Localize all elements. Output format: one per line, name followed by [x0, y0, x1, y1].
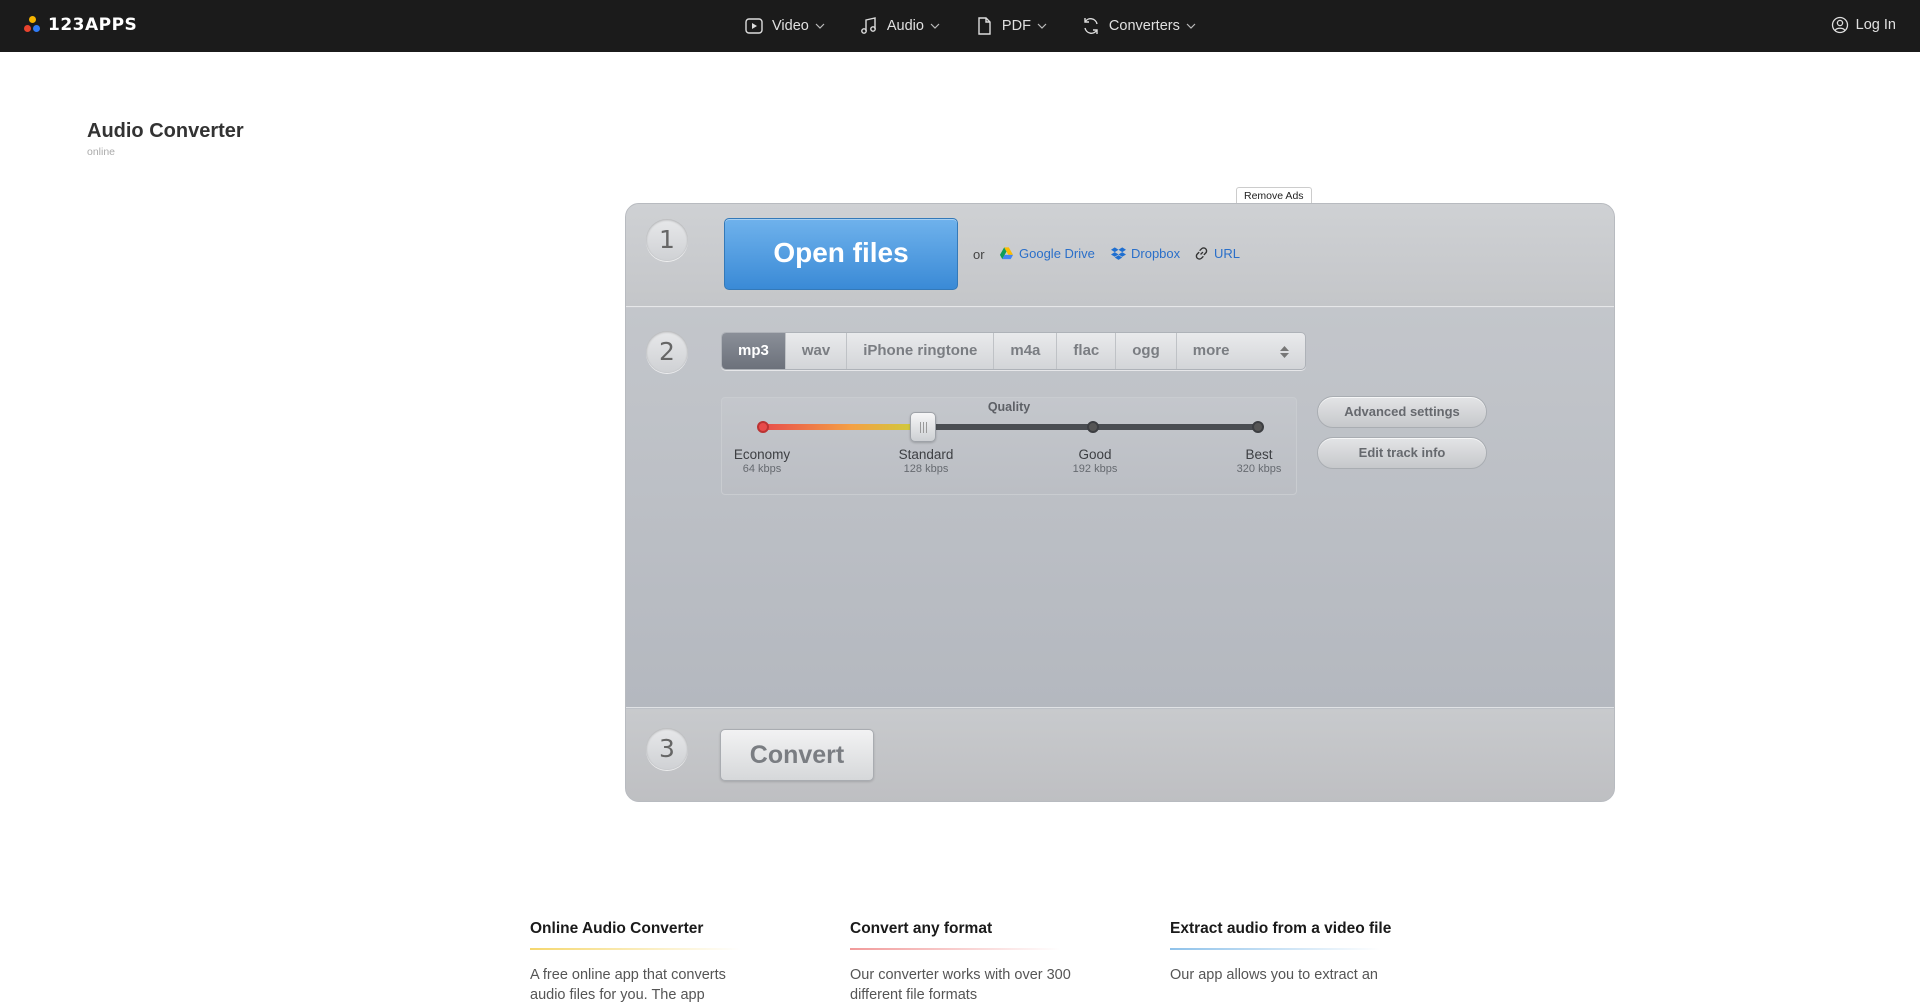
quality-title: Quality	[987, 400, 1031, 414]
open-files-button[interactable]: Open files	[724, 218, 958, 290]
feature-extract-audio: Extract audio from a video file Our app …	[1170, 918, 1400, 985]
feature-accent-bar	[850, 948, 1060, 950]
feature-online-audio-converter: Online Audio Converter A free online app…	[530, 918, 760, 1005]
quality-stop-good[interactable]	[1087, 421, 1099, 433]
top-navbar: 123APPS Video Audio PDF Converters Log I…	[0, 0, 1920, 52]
feature-title: Online Audio Converter	[530, 920, 704, 937]
quality-level-kbps: 128 kbps	[903, 463, 949, 475]
quality-slider-handle[interactable]	[910, 412, 936, 442]
quality-level-kbps: 320 kbps	[1236, 463, 1282, 475]
advanced-settings-button[interactable]: Advanced settings	[1317, 396, 1487, 428]
edit-track-info-button[interactable]: Edit track info	[1317, 437, 1487, 469]
logo-dots-icon	[24, 16, 42, 34]
step-number-3: 3	[646, 728, 688, 770]
document-icon	[978, 17, 991, 35]
quality-label-standard: Standard 128 kbps	[876, 447, 976, 475]
refresh-icon	[1084, 18, 1098, 34]
quality-label-good: Good 192 kbps	[1045, 447, 1145, 475]
music-note-icon	[860, 17, 876, 34]
login-button[interactable]: Log In	[1831, 16, 1896, 34]
quality-level-kbps: 192 kbps	[1072, 463, 1118, 475]
feature-text: A free online app that converts audio fi…	[530, 967, 726, 1003]
quality-level-kbps: 64 kbps	[742, 463, 782, 475]
brand-name: 123APPS	[48, 15, 138, 35]
format-tab-iphone-ringtone[interactable]: iPhone ringtone	[847, 333, 995, 369]
format-tabs: mp3 wav iPhone ringtone m4a flac ogg mor…	[721, 332, 1306, 370]
quality-label-best: Best 320 kbps	[1209, 447, 1309, 475]
quality-stop-best[interactable]	[1252, 421, 1264, 433]
more-formats-select[interactable]: more	[1177, 333, 1305, 369]
dropbox-link[interactable]: Dropbox	[1111, 246, 1180, 261]
chevron-down-icon	[1037, 23, 1047, 29]
page-title: Audio Converter	[87, 120, 244, 142]
google-drive-label: Google Drive	[1019, 246, 1095, 261]
format-tab-mp3[interactable]: mp3	[722, 333, 786, 369]
quality-level-name: Good	[1078, 447, 1112, 462]
url-label: URL	[1214, 246, 1241, 261]
format-tab-m4a[interactable]: m4a	[994, 333, 1058, 369]
user-circle-icon	[1831, 16, 1848, 34]
feature-convert-any-format: Convert any format Our converter works w…	[850, 918, 1080, 1005]
quality-stop-economy[interactable]	[757, 421, 769, 433]
feature-text: Our app allows you to extract an	[1170, 967, 1378, 983]
quality-label-economy: Economy 64 kbps	[712, 447, 812, 475]
login-label: Log In	[1855, 17, 1896, 33]
format-tab-flac[interactable]: flac	[1057, 333, 1117, 369]
format-tab-ogg[interactable]: ogg	[1116, 333, 1177, 369]
nav-pdf[interactable]: PDF	[974, 16, 1047, 36]
brand-logo[interactable]: 123APPS	[24, 15, 137, 35]
dropbox-label: Dropbox	[1131, 246, 1181, 261]
nav-video-label: Video	[772, 18, 809, 34]
quality-level-name: Economy	[733, 447, 791, 462]
nav-audio[interactable]: Audio	[859, 16, 940, 36]
chevron-down-icon	[1186, 23, 1196, 29]
convert-button[interactable]: Convert	[720, 729, 874, 781]
or-label: or	[973, 247, 985, 262]
quality-track-fill	[762, 424, 925, 430]
nav-audio-label: Audio	[886, 18, 924, 34]
feature-title: Convert any format	[850, 920, 993, 937]
more-formats-label: more	[1192, 342, 1230, 359]
video-icon	[745, 18, 763, 34]
select-arrows-icon	[1279, 346, 1289, 358]
nav-pdf-label: PDF	[1001, 18, 1031, 34]
page-subtitle: online	[87, 146, 116, 158]
step-number-2: 2	[646, 331, 688, 373]
converter-panel: 1 Open files or Google Drive Dropbox URL…	[625, 203, 1615, 802]
link-icon	[1195, 247, 1208, 260]
feature-title: Extract audio from a video file	[1170, 920, 1392, 937]
step-number-1: 1	[646, 219, 688, 261]
url-link[interactable]: URL	[1194, 246, 1240, 261]
step-format-settings: 2 mp3 wav iPhone ringtone m4a flac ogg m…	[626, 308, 1614, 708]
nav-converters-label: Converters	[1108, 18, 1180, 34]
quality-slider-box: Quality Economy 64 kbps Standard 128 kbp…	[721, 397, 1297, 495]
google-drive-link[interactable]: Google Drive	[999, 246, 1095, 261]
main-nav: Video Audio PDF Converters	[744, 0, 1230, 52]
nav-converters[interactable]: Converters	[1081, 16, 1196, 36]
google-drive-icon	[999, 247, 1014, 260]
quality-level-name: Standard	[898, 447, 954, 462]
step-convert: 3 Convert	[626, 709, 1614, 801]
chevron-down-icon	[815, 23, 825, 29]
nav-video[interactable]: Video	[744, 16, 825, 36]
dropbox-icon	[1111, 247, 1126, 260]
feature-text: Our converter works with over 300 differ…	[850, 967, 1071, 1003]
format-tab-wav[interactable]: wav	[786, 333, 848, 369]
feature-accent-bar	[530, 948, 740, 950]
quality-level-name: Best	[1245, 447, 1273, 462]
remove-ads-button[interactable]: Remove Ads	[1236, 187, 1312, 204]
step-open-files: 1 Open files or Google Drive Dropbox URL	[626, 204, 1614, 307]
feature-accent-bar	[1170, 948, 1380, 950]
chevron-down-icon	[930, 23, 940, 29]
